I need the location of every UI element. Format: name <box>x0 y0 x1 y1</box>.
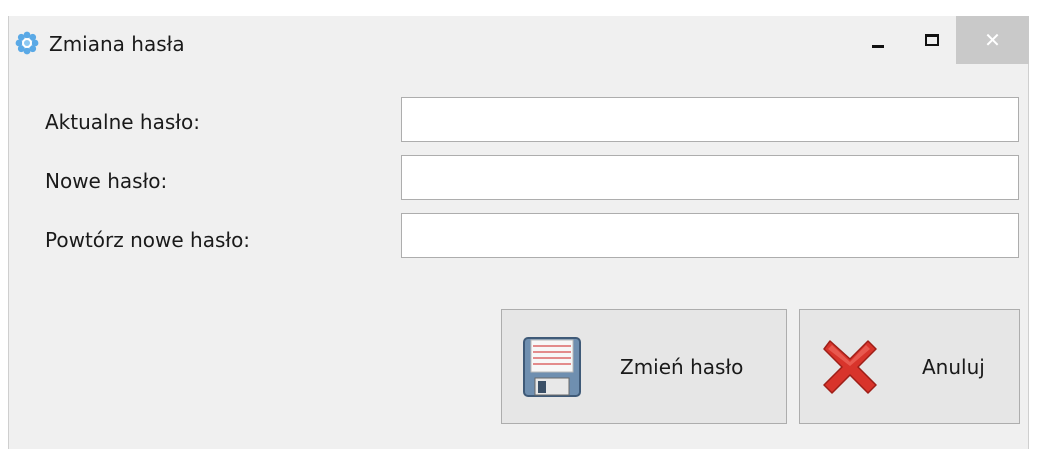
new-password-input[interactable] <box>401 155 1019 200</box>
maximize-button[interactable] <box>909 16 955 64</box>
current-password-label: Aktualne hasło: <box>45 110 200 134</box>
minimize-button[interactable] <box>855 16 901 64</box>
cancel-label: Anuluj <box>922 355 985 379</box>
cancel-button[interactable]: Anuluj <box>799 309 1020 424</box>
floppy-disk-icon <box>523 337 581 397</box>
title-bar[interactable]: Zmiana hasła ✕ <box>9 16 1029 72</box>
close-button[interactable]: ✕ <box>956 16 1029 64</box>
minimize-icon <box>872 44 884 48</box>
new-password-label: Nowe hasło: <box>45 169 168 193</box>
close-icon: ✕ <box>984 28 1001 52</box>
app-icon <box>15 31 39 55</box>
window-title: Zmiana hasła <box>49 32 185 56</box>
current-password-input[interactable] <box>401 97 1019 142</box>
repeat-password-input[interactable] <box>401 213 1019 258</box>
maximize-icon <box>925 34 939 46</box>
red-x-icon <box>823 340 877 394</box>
change-password-label: Zmień hasło <box>620 355 744 379</box>
repeat-password-label: Powtórz nowe hasło: <box>45 228 251 252</box>
password-change-window: Zmiana hasła ✕ Aktualne hasło: Nowe hasł… <box>8 16 1029 449</box>
change-password-button[interactable]: Zmień hasło <box>501 309 787 424</box>
